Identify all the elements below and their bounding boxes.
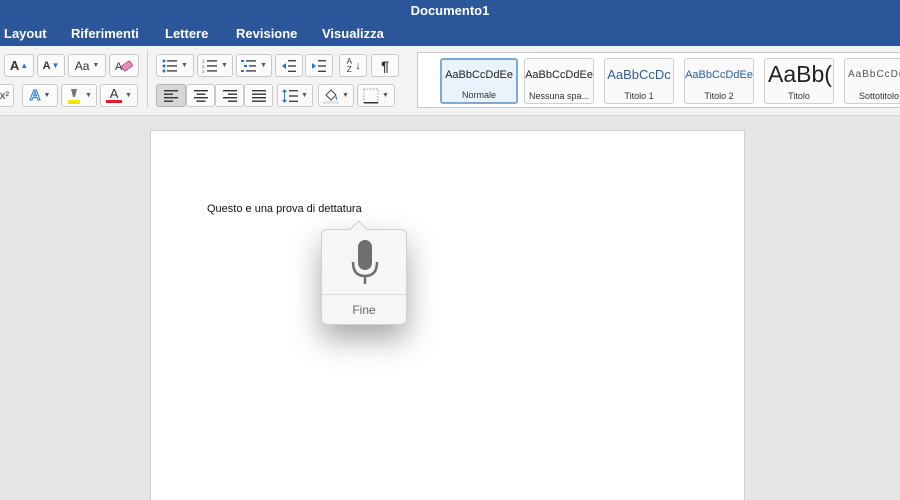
tab-layout[interactable]: Layout: [4, 26, 47, 41]
show-formatting-button[interactable]: ¶: [371, 54, 399, 77]
style-label: Normale: [461, 90, 496, 100]
shrink-font-label: A: [42, 59, 51, 72]
text-effects-label: A: [29, 87, 41, 105]
decrease-indent-button[interactable]: [275, 54, 303, 77]
justify-icon: [251, 89, 266, 102]
tab-review[interactable]: Revisione: [236, 26, 297, 41]
microphone-icon: [351, 240, 379, 284]
increase-indent-button[interactable]: [305, 54, 333, 77]
borders-button[interactable]: ▼: [357, 84, 395, 107]
arrow-up-icon: ▲: [20, 61, 29, 70]
chevron-down-icon: ▼: [85, 92, 92, 99]
document-body-text[interactable]: Questo e una prova di dettatura: [207, 203, 362, 215]
bulleted-list-icon: [162, 59, 178, 72]
document-canvas: Questo e una prova di dettatura: [0, 117, 900, 500]
align-right-button[interactable]: [215, 84, 244, 107]
style-label: Titolo 1: [624, 91, 654, 101]
outdent-icon: [282, 59, 296, 72]
document-title: Documento1: [410, 3, 490, 18]
chevron-down-icon: ▼: [221, 62, 228, 69]
line-spacing-button[interactable]: ▼: [277, 84, 313, 107]
document-page[interactable]: Questo e una prova di dettatura: [150, 130, 745, 500]
sort-label: A Z: [346, 56, 352, 74]
style-label: Titolo: [788, 91, 810, 101]
shading-button[interactable]: ▼: [318, 84, 354, 107]
align-right-icon: [222, 89, 237, 102]
sort-button[interactable]: A Z ↓: [339, 54, 367, 77]
arrow-down-icon: ▼: [51, 61, 60, 70]
indent-icon: [312, 59, 326, 72]
style-preview: AaBb(: [768, 61, 832, 87]
font-color-label: A: [109, 86, 119, 101]
tab-references[interactable]: Riferimenti: [71, 26, 139, 41]
chevron-down-icon: ▼: [43, 92, 51, 99]
font-color-swatch: [106, 100, 123, 103]
styles-gallery: AaBbCcDdEe Normale AaBbCcDdEe Nessuna sp…: [417, 52, 900, 108]
justify-button[interactable]: [244, 84, 273, 107]
change-case-label: Aa: [74, 58, 90, 73]
align-center-button[interactable]: [186, 84, 215, 107]
font-color-icon: A: [106, 86, 123, 103]
bullets-button[interactable]: ▼: [156, 54, 194, 77]
clear-formatting-button[interactable]: A: [109, 54, 139, 77]
line-spacing-icon: [282, 88, 299, 103]
grow-font-label: A: [9, 58, 20, 73]
grow-font-button[interactable]: A ▲: [4, 54, 34, 77]
text-effects-button[interactable]: A ▼: [22, 84, 58, 107]
style-preview: AaBbCcDc: [607, 67, 671, 82]
style-label: Sottotitolo: [858, 91, 900, 101]
chevron-down-icon: ▼: [342, 92, 349, 99]
dictation-divider: [322, 294, 406, 295]
title-bar: Documento1 Layout Riferimenti Lettere Re…: [0, 0, 900, 46]
style-card-normal[interactable]: AaBbCcDdEe Normale: [440, 58, 518, 104]
dictation-popup: Fine: [321, 229, 407, 325]
multilevel-list-icon: [241, 59, 257, 72]
style-preview: AaBbCcDdEe: [525, 69, 593, 81]
numbering-button[interactable]: 1 2 3 ▼: [197, 54, 233, 77]
group-divider: [147, 50, 148, 108]
font-color-button[interactable]: A ▼: [100, 84, 138, 107]
style-card-heading-2[interactable]: AaBbCcDdEe Titolo 2: [684, 58, 754, 104]
tab-view[interactable]: Visualizza: [322, 26, 384, 41]
borders-icon: [363, 88, 379, 103]
numbered-list-icon: 1 2 3: [202, 59, 218, 73]
style-preview: AaBbCcDdEe: [445, 69, 513, 81]
pilcrow-icon: ¶: [381, 57, 389, 74]
chevron-down-icon: ▼: [125, 92, 132, 99]
change-case-button[interactable]: Aa ▼: [68, 54, 106, 77]
style-preview: AaBbCcDdEe: [685, 69, 753, 81]
chevron-down-icon: ▼: [260, 62, 267, 69]
paint-bucket-icon: [323, 88, 339, 104]
eraser-icon: A: [115, 60, 133, 73]
superscript-button[interactable]: x²: [0, 84, 14, 107]
svg-text:3: 3: [202, 69, 205, 73]
style-card-title[interactable]: AaBb( Titolo: [764, 58, 834, 104]
style-label: Titolo 2: [704, 91, 734, 101]
dictation-done-button[interactable]: Fine: [322, 303, 406, 317]
chevron-down-icon: ▼: [92, 62, 100, 69]
align-center-icon: [193, 89, 208, 102]
style-preview: AaBbCcDdEe: [848, 69, 900, 80]
align-left-button[interactable]: [156, 84, 186, 107]
shrink-font-button[interactable]: A ▼: [37, 54, 65, 77]
chevron-down-icon: ▼: [301, 92, 308, 99]
style-card-subtitle[interactable]: AaBbCcDdEe Sottotitolo: [844, 58, 900, 104]
chevron-down-icon: ▼: [382, 92, 389, 99]
chevron-down-icon: ▼: [181, 62, 188, 69]
style-label: Nessuna spa...: [528, 91, 590, 101]
highlighter-icon: [68, 88, 81, 104]
superscript-label: x²: [0, 89, 10, 102]
highlight-button[interactable]: ▼: [61, 84, 97, 107]
arrow-down-icon: ↓: [355, 59, 361, 72]
ribbon: A ▲ A ▼ Aa ▼ A x² A ▼ ▼ A ▼ ▼ 1 2 3 ▼ ▼ …: [0, 46, 900, 116]
multilevel-list-button[interactable]: ▼: [236, 54, 272, 77]
style-card-no-spacing[interactable]: AaBbCcDdEe Nessuna spa...: [524, 58, 594, 104]
tab-mailings[interactable]: Lettere: [165, 26, 208, 41]
style-card-heading-1[interactable]: AaBbCcDc Titolo 1: [604, 58, 674, 104]
align-left-icon: [164, 89, 178, 102]
